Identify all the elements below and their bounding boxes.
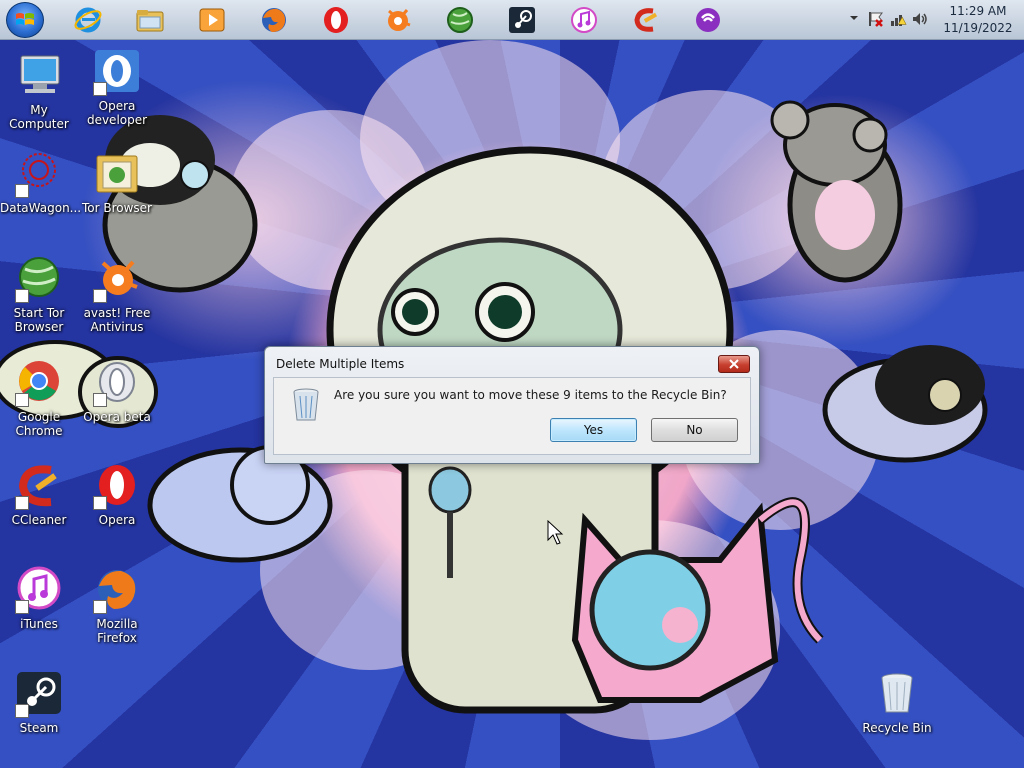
- action-center-tray-icon[interactable]: [867, 10, 885, 31]
- itunes-icon: [571, 7, 597, 33]
- taskbar-avast[interactable]: [382, 4, 414, 36]
- folder-icon: [96, 155, 138, 193]
- shortcut-arrow-icon: [93, 82, 107, 96]
- desktop-icon-label: Opera developer: [86, 99, 148, 127]
- desktop-icon-datawagon[interactable]: DataWagon...: [0, 150, 82, 215]
- avast-icon: [388, 9, 411, 31]
- taskbar-steam[interactable]: [506, 4, 538, 36]
- windows-logo-icon: [16, 13, 34, 25]
- desktop-icon-label: My Computer: [9, 103, 69, 131]
- desktop-icon-label: Google Chrome: [15, 410, 63, 438]
- taskbar-internet-explorer[interactable]: [72, 4, 104, 36]
- network-tray-icon[interactable]: [889, 10, 907, 31]
- shortcut-arrow-icon: [15, 704, 29, 718]
- network-warning-icon: [891, 15, 907, 26]
- desktop-icon-ccleaner[interactable]: CCleaner: [0, 462, 78, 527]
- desktop-icon-label: DataWagon...: [0, 201, 82, 215]
- desktop-icon-google-chrome[interactable]: Google Chrome: [0, 359, 78, 438]
- taskbar-clock[interactable]: 11:29 AM 11/19/2022: [938, 3, 1018, 37]
- taskbar-itunes[interactable]: [568, 4, 600, 36]
- volume-tray-icon[interactable]: [911, 10, 929, 31]
- opera-icon: [324, 7, 348, 33]
- desktop-icon-label: Tor Browser: [81, 201, 152, 215]
- desktop-icon-mozilla-firefox[interactable]: Mozilla Firefox: [78, 566, 156, 645]
- desktop-icon-label: CCleaner: [11, 513, 67, 527]
- shortcut-arrow-icon: [15, 184, 29, 198]
- shortcut-arrow-icon: [93, 289, 107, 303]
- taskbar-windows-explorer[interactable]: [134, 4, 166, 36]
- shortcut-arrow-icon: [93, 600, 107, 614]
- shortcut-arrow-icon: [15, 289, 29, 303]
- taskbar-tor[interactable]: [444, 4, 476, 36]
- chevron-up-icon: [850, 16, 858, 20]
- clock-time: 11:29 AM: [949, 4, 1007, 18]
- speaker-icon: [913, 13, 927, 25]
- desktop-icon-label: Opera: [98, 513, 136, 527]
- desktop-icon-itunes[interactable]: iTunes: [0, 566, 78, 631]
- taskbar: 11:29 AM 11/19/2022: [0, 0, 1024, 40]
- start-button[interactable]: [6, 2, 44, 38]
- recycle-bin-icon: [293, 388, 319, 421]
- taskbar-opera[interactable]: [320, 4, 352, 36]
- taskbar-ccleaner[interactable]: [630, 4, 662, 36]
- shortcut-arrow-icon: [15, 496, 29, 510]
- desktop-icon-opera[interactable]: Opera: [78, 462, 156, 527]
- desktop-icon-recycle-bin[interactable]: Recycle Bin: [858, 670, 936, 735]
- dialog-recycle-bin-icon-wrap: [290, 386, 322, 425]
- desktop-icon-start-tor-browser[interactable]: Start Tor Browser: [0, 255, 78, 334]
- yes-button[interactable]: Yes: [550, 418, 637, 442]
- dialog-body: Are you sure you want to move these 9 it…: [273, 377, 751, 455]
- desktop-icon-my-computer[interactable]: My Computer: [0, 52, 78, 131]
- dialog-close-button[interactable]: [718, 355, 750, 373]
- desktop-icon-label: Recycle Bin: [862, 721, 932, 735]
- desktop-icon-label: Opera beta: [83, 410, 151, 424]
- clock-date: 11/19/2022: [943, 21, 1013, 35]
- desktop-icon-label: avast! Free Antivirus: [83, 306, 151, 334]
- desktop-icon-tor-browser[interactable]: Tor Browser: [78, 150, 156, 215]
- desktop-icon-steam[interactable]: Steam: [0, 670, 78, 735]
- delete-confirmation-dialog: Delete Multiple Items Are you sure you w…: [264, 346, 760, 464]
- tor-globe-icon: [447, 7, 473, 33]
- dialog-title: Delete Multiple Items: [276, 357, 405, 371]
- desktop-icon-opera-beta[interactable]: Opera beta: [78, 359, 156, 424]
- steam-icon: [509, 7, 535, 33]
- shortcut-arrow-icon: [93, 393, 107, 407]
- internet-explorer-icon: [74, 7, 102, 33]
- taskbar-media-player[interactable]: [196, 4, 228, 36]
- system-tray: 11:29 AM 11/19/2022: [839, 0, 1024, 40]
- firefox-icon: [262, 8, 286, 32]
- desktop-icon-opera-developer[interactable]: Opera developer: [78, 48, 156, 127]
- shortcut-arrow-icon: [15, 600, 29, 614]
- taskbar-firefox[interactable]: [258, 4, 290, 36]
- computer-icon: [20, 55, 60, 93]
- flag-warning-icon: [869, 12, 883, 27]
- taskbar-utorrent[interactable]: [692, 4, 724, 36]
- desktop-icon-label: Mozilla Firefox: [96, 617, 138, 645]
- folder-icon: [136, 10, 164, 32]
- recycle-bin-icon: [881, 673, 913, 713]
- shortcut-arrow-icon: [15, 393, 29, 407]
- shortcut-arrow-icon: [93, 496, 107, 510]
- ccleaner-icon: [634, 8, 658, 32]
- close-icon: [729, 359, 739, 369]
- no-button[interactable]: No: [651, 418, 738, 442]
- desktop-icon-label: Steam: [19, 721, 59, 735]
- utorrent-icon: [696, 8, 720, 32]
- dialog-message: Are you sure you want to move these 9 it…: [334, 388, 727, 402]
- desktop-icon-avast[interactable]: avast! Free Antivirus: [78, 255, 156, 334]
- show-hidden-icons-button[interactable]: [849, 12, 859, 26]
- desktop-icon-label: iTunes: [20, 617, 58, 631]
- desktop-icon-label: Start Tor Browser: [13, 306, 65, 334]
- media-player-icon: [199, 8, 225, 32]
